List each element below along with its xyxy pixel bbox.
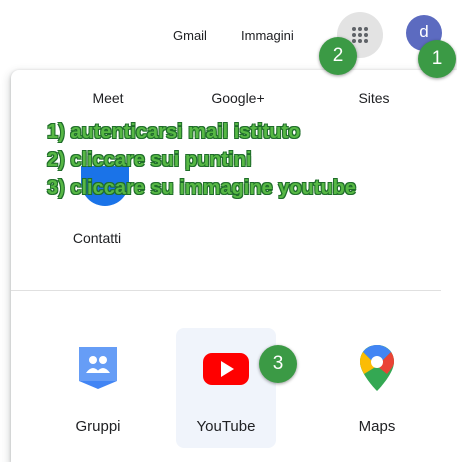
instruction-step-2: 2) cliccare sui puntini xyxy=(47,149,252,171)
app-label-groups: Gruppi xyxy=(75,418,121,435)
step-badge-3: 3 xyxy=(259,345,297,383)
top-bar: Gmail Immagini d xyxy=(0,0,457,70)
app-label-google-plus[interactable]: Google+ xyxy=(193,90,283,106)
app-label-maps: Maps xyxy=(358,418,396,435)
app-label-youtube: YouTube xyxy=(196,418,256,435)
app-label-meet[interactable]: Meet xyxy=(63,90,153,106)
gmail-link[interactable]: Gmail xyxy=(173,28,207,43)
instruction-step-1: 1) autenticarsi mail istituto xyxy=(47,121,301,143)
app-label-sites[interactable]: Sites xyxy=(329,90,419,106)
apps-grid-icon xyxy=(352,27,368,43)
instruction-step-3: 3) cliccare su immagine youtube xyxy=(47,177,356,199)
app-tile-groups[interactable]: Gruppi xyxy=(48,328,148,448)
app-label-contacts[interactable]: Contatti xyxy=(52,230,142,246)
app-tile-youtube[interactable]: YouTube xyxy=(176,328,276,448)
step-badge-2: 2 xyxy=(319,37,357,75)
maps-pin-icon xyxy=(360,345,394,391)
groups-icon xyxy=(79,347,117,389)
app-tile-maps[interactable]: Maps xyxy=(327,328,427,448)
step-badge-1: 1 xyxy=(418,40,456,78)
images-link[interactable]: Immagini xyxy=(241,28,294,43)
instructions-overlay: 1) autenticarsi mail istituto 2) cliccar… xyxy=(47,118,356,202)
youtube-icon xyxy=(203,353,249,385)
panel-divider xyxy=(11,290,441,291)
